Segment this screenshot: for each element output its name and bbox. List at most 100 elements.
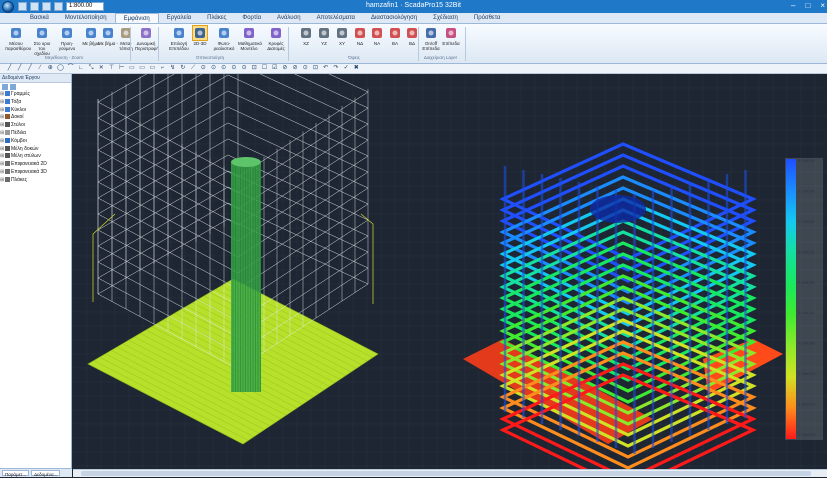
sort-icon[interactable] xyxy=(2,84,8,90)
ribbon-button-label: ΝΔ xyxy=(356,41,364,46)
ribbon-button-label: YZ xyxy=(321,41,327,46)
drawing-tool-icon[interactable]: ⌐ xyxy=(159,65,166,72)
ribbon-group-label: Όψεις xyxy=(348,55,360,60)
ribbon-separator xyxy=(158,27,159,61)
view-xy-icon xyxy=(335,26,349,40)
tree-item[interactable]: ⊞ Στύλοι xyxy=(0,122,71,130)
drawing-tool-icon[interactable]: ╱ xyxy=(6,65,13,72)
tab-4[interactable]: Πλάκες xyxy=(199,13,234,23)
ribbon-panel: Μέσου παρασθύρου Στο οριο του σχεδίου Προη… xyxy=(0,24,827,64)
close-button[interactable]: × xyxy=(820,1,825,11)
drawing-tool-icon[interactable]: ▭ xyxy=(128,65,135,72)
model-canvas[interactable]: 0.000334 0.000298 0.000262 0.000216 0.000180… xyxy=(72,24,827,478)
drawing-tool-icon[interactable]: ✕ xyxy=(98,65,105,72)
drawing-tool-icon[interactable]: ☑ xyxy=(271,65,278,72)
drawing-tool-icon[interactable]: ⊙ xyxy=(241,65,248,72)
window-title: hamzafin1 · ScadaPro15 32Bit xyxy=(366,2,461,9)
ribbon-button-7[interactable]: Επιλογή Επιπέδου xyxy=(168,26,190,51)
tree-item[interactable]: ⊞ Κύκλοι xyxy=(0,106,71,115)
maximize-button[interactable]: □ xyxy=(805,1,810,11)
tree-item[interactable]: ⊞ Επιφανειακά 2D xyxy=(0,161,71,169)
ribbon-button-19[interactable]: On/off Επίπεδα xyxy=(420,26,442,51)
ribbon-button-1[interactable]: Στο οριο του σχεδίου xyxy=(31,26,53,56)
ribbon-button-label: Επιλογή Επιπέδου xyxy=(169,41,189,51)
drawing-tool-icon[interactable]: ⊡ xyxy=(312,65,319,72)
scrollbar-thumb[interactable] xyxy=(81,471,811,476)
drawing-tool-icon[interactable]: ⊙ xyxy=(302,65,309,72)
drawing-tool-icon[interactable]: ⊙ xyxy=(220,65,227,72)
tab-7[interactable]: Αποτελέσματα xyxy=(309,13,363,23)
tab-0[interactable]: Βασικά xyxy=(22,13,57,23)
drawing-tool-icon[interactable]: ↯ xyxy=(169,65,176,72)
tab-6[interactable]: Ανάλυση xyxy=(269,13,309,23)
dynamic-rotate-icon xyxy=(139,26,153,40)
tree-item-label: Επιφανειακά 2D xyxy=(11,161,47,168)
drawing-tool-icon[interactable]: ☐ xyxy=(261,65,268,72)
ribbon-button-20[interactable]: Επίπεδα xyxy=(440,26,462,46)
drawing-tool-icon[interactable]: ╱ xyxy=(26,65,33,72)
drawing-tool-icon[interactable]: ↷ xyxy=(332,65,339,72)
ribbon-button-5[interactable]: Μετα-τόπιση xyxy=(115,26,137,51)
tree-item[interactable]: ⊞ Πλάκες xyxy=(0,176,71,185)
ribbon-button-11[interactable]: Κρυφές Διατομές xyxy=(265,26,287,51)
tab-8[interactable]: Διαστασιολόγηση xyxy=(363,13,425,23)
tree-item-label: Επιφανειακά 3D xyxy=(11,168,47,175)
view-nw-icon xyxy=(405,26,419,40)
drawing-tool-icon[interactable]: ⤡ xyxy=(88,65,95,72)
drawing-tool-icon[interactable]: ↶ xyxy=(322,65,329,72)
drawing-tool-icon[interactable]: ◯ xyxy=(57,65,64,72)
drawing-tool-icon[interactable]: ✖ xyxy=(353,65,360,72)
drawing-tool-icon[interactable]: ↻ xyxy=(179,65,186,72)
ribbon-group-label: Μεγέθυνση - Zoom xyxy=(44,55,83,60)
ribbon-button-label: XY xyxy=(338,41,345,46)
ribbon-button-8[interactable]: 2D-3D xyxy=(189,25,211,46)
tab-10[interactable]: Πρόσθετα xyxy=(466,13,509,23)
drawing-tool-icon[interactable]: ⁄ xyxy=(37,65,44,72)
drawing-tool-icon[interactable]: ⌒ xyxy=(67,65,74,72)
drawing-tool-icon[interactable]: ⊙ xyxy=(210,65,217,72)
minimize-button[interactable]: – xyxy=(791,1,795,11)
tree-node-icon xyxy=(5,129,10,135)
ribbon-button-label: Επίπεδα xyxy=(442,41,460,46)
panel-bottom-tab[interactable]: Παράμετ... xyxy=(2,470,30,477)
filter-icon[interactable] xyxy=(10,84,16,90)
drawing-tool-icon[interactable]: ╱ xyxy=(16,65,23,72)
panel-bottom-tab[interactable]: Δεδομένα... xyxy=(31,470,61,477)
model-viewport[interactable]: 0.000334 0.000298 0.000262 0.000216 0.000180… xyxy=(72,24,827,478)
drawing-tool-icon[interactable]: ⊕ xyxy=(47,65,54,72)
drawing-tool-icon[interactable]: ⊙ xyxy=(230,65,237,72)
drawing-tool-icon[interactable]: ⊙ xyxy=(200,65,207,72)
tree-node-icon xyxy=(5,145,10,151)
ribbon-button-10[interactable]: Μαθηματικό Μοντέλο xyxy=(238,26,262,51)
tree-item[interactable]: ⊞ Πέδιλα xyxy=(0,129,71,138)
yellow-outline xyxy=(92,213,116,302)
drawing-tool-icon[interactable]: ▭ xyxy=(149,65,156,72)
drawing-tool-icon[interactable]: ⟋ xyxy=(190,65,197,72)
drawing-tool-icon[interactable]: ▭ xyxy=(139,65,146,72)
drawing-tool-icon[interactable]: ⊤ xyxy=(108,65,115,72)
legend-tick-label: 1.34e-010 xyxy=(798,433,816,437)
tree-item-label: Δοκοί xyxy=(11,114,24,121)
tab-9[interactable]: Σχέδιαση xyxy=(425,13,466,23)
drawing-tool-icon[interactable]: ⊢ xyxy=(118,65,125,72)
tree-item[interactable]: ⊞ Τόξα xyxy=(0,98,71,107)
tree-item[interactable]: ⊞ Κόμβοι xyxy=(0,137,71,146)
tab-1[interactable]: Μοντελοποίηση xyxy=(57,13,115,23)
tree-item[interactable]: ⊞ Μέλη στύλων xyxy=(0,153,71,161)
ribbon-button-0[interactable]: Μέσου παρασθύρου xyxy=(5,26,31,51)
ribbon-button-label: Στο οριο του σχεδίου xyxy=(33,41,51,56)
ribbon-button-2[interactable]: Προη-γούμενο xyxy=(56,26,78,51)
tab-2[interactable]: Εμφάνιση xyxy=(114,13,159,23)
horizontal-scrollbar[interactable] xyxy=(73,469,827,477)
tab-5[interactable]: Φορτία xyxy=(234,13,269,23)
ribbon-button-9[interactable]: Φωτο-ρεαλιστικό xyxy=(213,26,235,51)
drawing-tool-icon[interactable]: ⊘ xyxy=(292,65,299,72)
drawing-tool-icon[interactable]: ⊘ xyxy=(281,65,288,72)
drawing-tool-icon[interactable]: ∟ xyxy=(77,65,84,72)
drawing-tool-icon[interactable]: ✓ xyxy=(343,65,350,72)
tree-item[interactable]: ⊞ Επιφανειακά 3D xyxy=(0,168,71,177)
ribbon-button-6[interactable]: Δυναμική Περιστροφή xyxy=(135,26,159,51)
tree-item[interactable]: ⊞ Γραμμές xyxy=(0,91,71,99)
tab-3[interactable]: Εργαλεία xyxy=(159,13,199,23)
drawing-tool-icon[interactable]: ⊡ xyxy=(251,65,258,72)
